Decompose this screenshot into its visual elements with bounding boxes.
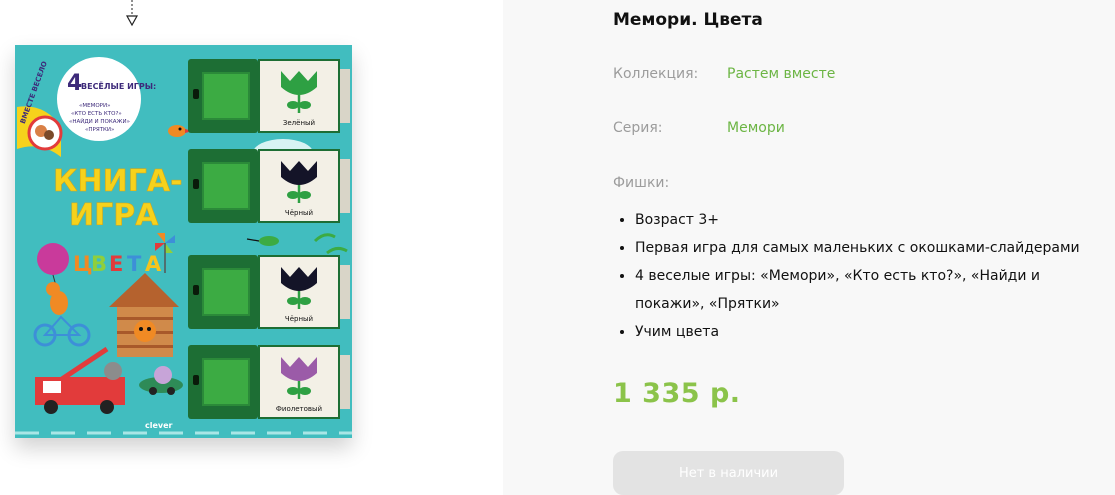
color-label: Чёрный [284, 315, 314, 323]
green-bird-icon [246, 236, 279, 246]
flower-icon [281, 161, 317, 203]
badge-game: «МЕМОРИ» [79, 103, 110, 109]
car-icon [139, 366, 183, 395]
subtitle-letter: Ц [73, 252, 92, 276]
color-label: Фиолетовый [275, 405, 323, 413]
publisher-logo: clever [145, 421, 173, 430]
subtitle-letter: А [145, 252, 162, 276]
slider-card: Чёрный [258, 255, 340, 329]
product-title: Мемори. Цвета [613, 10, 763, 30]
slider-window-1[interactable]: Зелёный [188, 59, 350, 133]
feature-item: Учим цвета [635, 318, 1110, 346]
slider-frame [188, 59, 258, 133]
slider-window-3[interactable]: Чёрный [188, 255, 350, 329]
badge-title: ВЕСЁЛЫЕ ИГРЫ: [81, 81, 156, 91]
fire-truck-icon [35, 346, 125, 414]
subtitle-letter: Т [127, 252, 142, 276]
flower-icon [281, 357, 317, 399]
arrow-down-icon [125, 0, 139, 27]
feature-item: Возраст 3+ [635, 206, 1110, 234]
slider-frame [188, 345, 258, 419]
cover-heading-line1: КНИГА- [53, 164, 183, 199]
badge-game: «ПРЯТКИ» [85, 127, 114, 133]
slider-frame [188, 255, 258, 329]
flower-icon [281, 71, 317, 113]
cover-subtitle: ЦВ Е Т А [73, 252, 162, 276]
cover-heading-line2: ИГРА [69, 198, 159, 233]
house-icon [109, 273, 179, 357]
subtitle-letter: В [91, 252, 107, 276]
flower-icon [281, 267, 317, 309]
product-price: 1 335 р. [613, 378, 741, 409]
slider-window-4[interactable]: Фиолетовый [188, 345, 350, 419]
slider-frame [188, 149, 258, 223]
badge-game: «КТО ЕСТЬ КТО?» [71, 111, 122, 117]
slider-card: Зелёный [258, 59, 340, 133]
feature-item: 4 веселые игры: «Мемори», «Кто есть кто?… [635, 262, 1110, 318]
cyclist-icon [33, 282, 91, 347]
out-of-stock-button[interactable]: Нет в наличии [613, 451, 844, 495]
color-label: Чёрный [284, 209, 314, 217]
product-cover-image[interactable]: ВМЕСТЕ ВЕСЕЛО 4 ВЕСЁЛЫЕ ИГРЫ: «МЕМОРИ» «… [15, 45, 352, 438]
feature-item: Первая игра для самых маленьких с окошка… [635, 234, 1110, 262]
series-link[interactable]: Мемори [727, 120, 785, 136]
features-list: Возраст 3+ Первая игра для самых маленьк… [615, 206, 1110, 346]
collection-link[interactable]: Растем вместе [727, 66, 835, 82]
slider-card: Фиолетовый [258, 345, 340, 419]
color-label: Зелёный [282, 119, 316, 127]
series-label: Серия: [613, 120, 663, 136]
badge-game: «НАЙДИ И ПОКАЖИ» [69, 118, 130, 125]
subtitle-letter: Е [109, 252, 123, 276]
slider-window-2[interactable]: Чёрный [188, 149, 350, 223]
collection-label: Коллекция: [613, 66, 699, 82]
features-label: Фишки: [613, 175, 670, 191]
slider-card: Чёрный [258, 149, 340, 223]
